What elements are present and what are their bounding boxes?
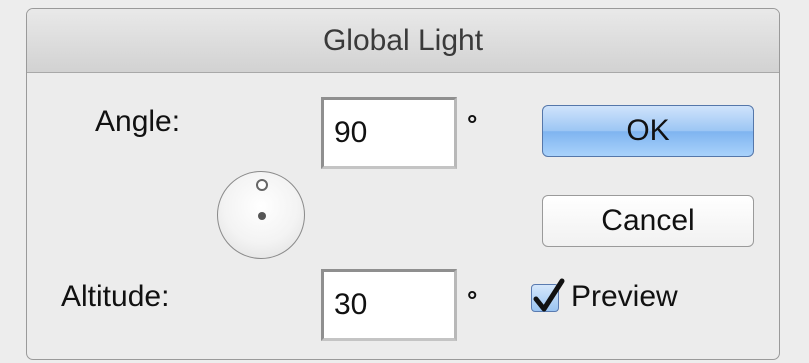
preview-checkbox[interactable] (531, 278, 565, 312)
angle-degree-symbol: ° (467, 109, 478, 139)
altitude-input[interactable] (321, 269, 457, 341)
angle-input[interactable] (321, 97, 457, 169)
checkmark-icon (533, 278, 565, 312)
global-light-dialog: Global Light Angle: ° Altitude: ° OK Can… (26, 8, 780, 360)
altitude-degree-symbol: ° (467, 285, 478, 315)
dialog-title: Global Light (27, 9, 779, 73)
preview-label[interactable]: Preview (571, 280, 678, 314)
dial-center-dot-icon (258, 212, 266, 220)
angle-label: Angle: (95, 105, 181, 138)
cancel-button[interactable]: Cancel (542, 195, 754, 247)
altitude-label: Altitude: (61, 280, 170, 313)
ok-button[interactable]: OK (542, 105, 754, 157)
angle-dial[interactable] (217, 171, 305, 259)
dial-handle-icon[interactable] (256, 179, 268, 191)
